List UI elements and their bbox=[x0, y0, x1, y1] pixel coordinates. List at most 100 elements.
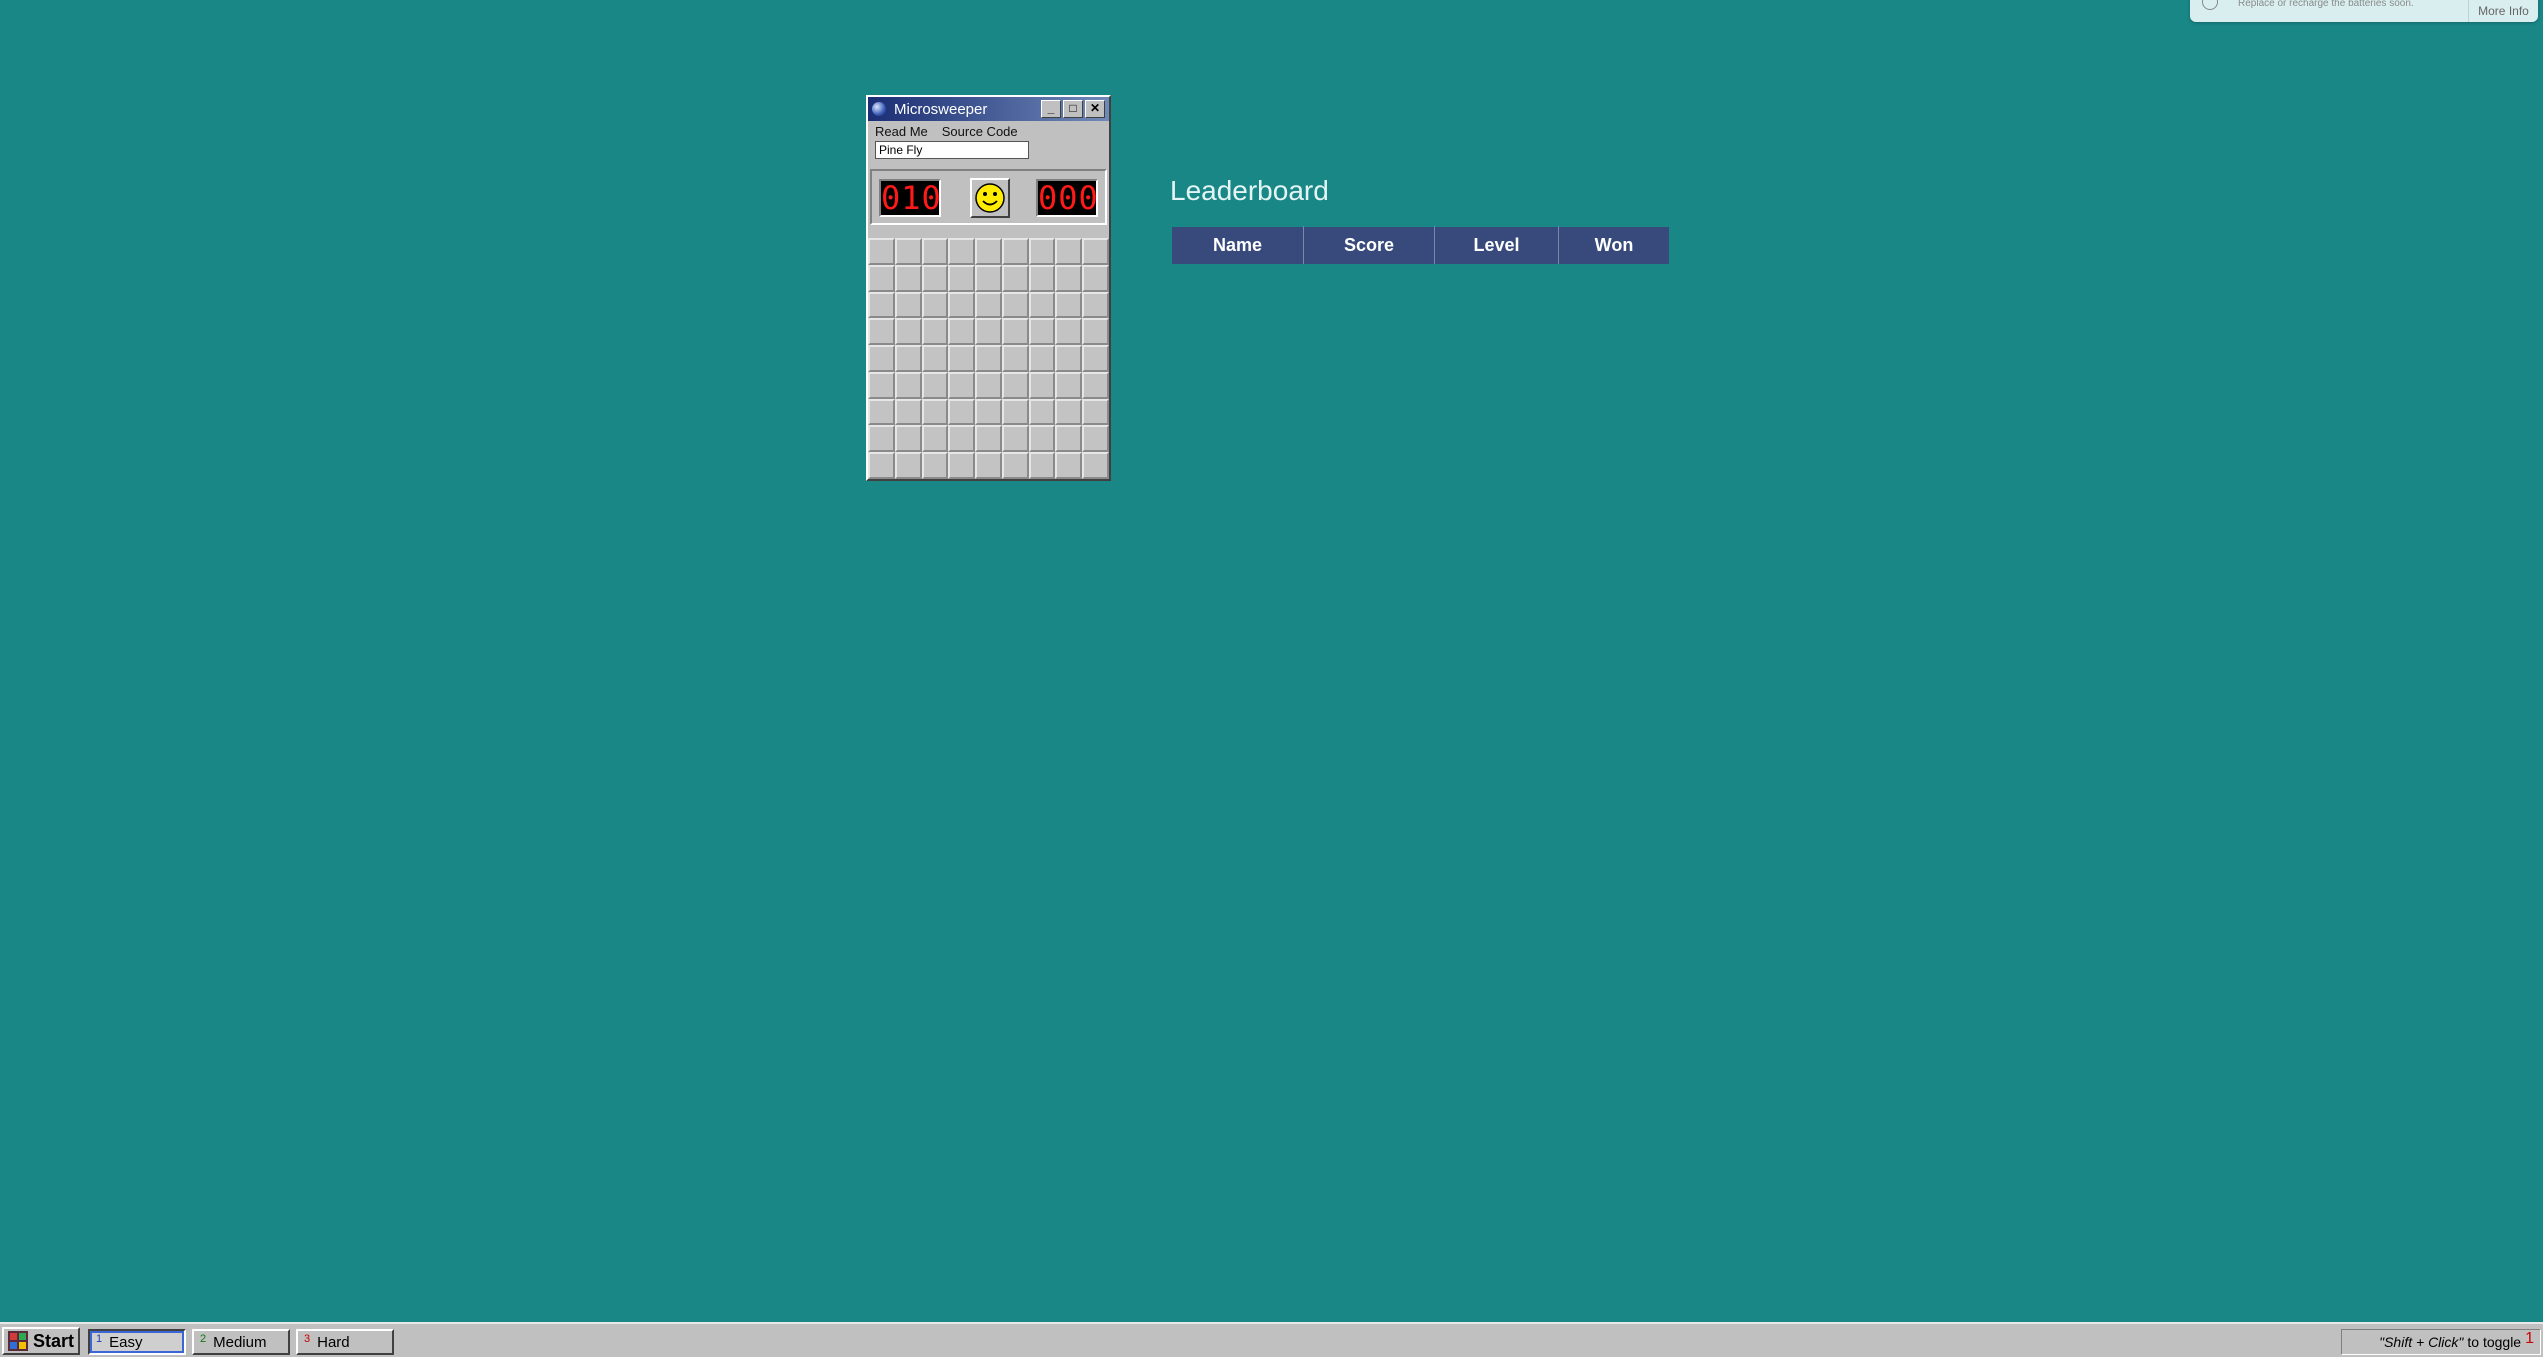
mine-cell[interactable] bbox=[975, 291, 1002, 319]
mine-cell[interactable] bbox=[1055, 452, 1083, 479]
mine-cell[interactable] bbox=[948, 318, 976, 346]
mine-cell[interactable] bbox=[868, 345, 895, 372]
mine-cell[interactable] bbox=[921, 345, 949, 372]
start-button[interactable]: Start bbox=[2, 1327, 80, 1355]
mine-cell[interactable] bbox=[921, 318, 949, 346]
mine-cell[interactable] bbox=[975, 345, 1002, 372]
close-button[interactable]: ✕ bbox=[1085, 100, 1105, 118]
mine-cell[interactable] bbox=[921, 371, 949, 399]
mine-cell[interactable] bbox=[868, 425, 895, 453]
mine-cell[interactable] bbox=[948, 238, 976, 265]
mine-cell[interactable] bbox=[1028, 264, 1056, 292]
mine-cell[interactable] bbox=[1082, 425, 1109, 453]
mine-cell[interactable] bbox=[1001, 264, 1029, 292]
mine-cell[interactable] bbox=[948, 398, 976, 426]
mine-cell[interactable] bbox=[1082, 238, 1109, 265]
mine-cell[interactable] bbox=[975, 238, 1002, 265]
maximize-button[interactable]: □ bbox=[1063, 100, 1083, 118]
mine-cell[interactable] bbox=[1055, 318, 1083, 346]
mine-cell[interactable] bbox=[921, 291, 949, 319]
mine-cell[interactable] bbox=[868, 398, 895, 426]
mine-cell[interactable] bbox=[1028, 318, 1056, 346]
mine-cell[interactable] bbox=[1055, 345, 1083, 372]
mine-cell[interactable] bbox=[868, 291, 895, 319]
mine-cell[interactable] bbox=[1028, 291, 1056, 319]
mine-cell[interactable] bbox=[894, 318, 922, 346]
mine-cell[interactable] bbox=[948, 264, 976, 292]
mine-cell[interactable] bbox=[1001, 452, 1029, 479]
mine-cell[interactable] bbox=[894, 291, 922, 319]
mine-cell[interactable] bbox=[1001, 371, 1029, 399]
more-info-button[interactable]: More Info bbox=[2468, 0, 2538, 22]
timer-display: 000 bbox=[1036, 179, 1099, 217]
task-button-easy[interactable]: 1 Easy bbox=[88, 1329, 186, 1355]
mine-cell[interactable] bbox=[1082, 398, 1109, 426]
mine-cell[interactable] bbox=[1082, 264, 1109, 292]
column-header-score: Score bbox=[1303, 226, 1435, 265]
player-name-input[interactable] bbox=[875, 141, 1029, 159]
mine-cell[interactable] bbox=[1001, 345, 1029, 372]
start-logo-icon bbox=[8, 1331, 28, 1351]
mine-cell[interactable] bbox=[975, 371, 1002, 399]
mine-cell[interactable] bbox=[868, 371, 895, 399]
menu-source-code[interactable]: Source Code bbox=[942, 124, 1018, 139]
mine-cell[interactable] bbox=[1028, 371, 1056, 399]
task-button-medium[interactable]: 2 Medium bbox=[192, 1329, 290, 1355]
mine-cell[interactable] bbox=[1082, 452, 1109, 479]
mine-cell[interactable] bbox=[921, 452, 949, 479]
mine-cell[interactable] bbox=[868, 264, 895, 292]
mine-cell[interactable] bbox=[1028, 345, 1056, 372]
mine-cell[interactable] bbox=[948, 452, 976, 479]
mine-cell[interactable] bbox=[948, 371, 976, 399]
mine-cell[interactable] bbox=[1028, 238, 1056, 265]
mine-cell[interactable] bbox=[1082, 318, 1109, 346]
mine-cell[interactable] bbox=[894, 398, 922, 426]
mine-cell[interactable] bbox=[975, 398, 1002, 426]
reset-button[interactable] bbox=[970, 178, 1010, 218]
mine-cell[interactable] bbox=[921, 425, 949, 453]
mine-cell[interactable] bbox=[975, 264, 1002, 292]
mine-cell[interactable] bbox=[921, 264, 949, 292]
mine-cell[interactable] bbox=[921, 398, 949, 426]
mine-cell[interactable] bbox=[948, 425, 976, 453]
mine-cell[interactable] bbox=[894, 425, 922, 453]
mine-cell[interactable] bbox=[1055, 425, 1083, 453]
mine-cell[interactable] bbox=[1001, 398, 1029, 426]
tray-indicator[interactable]: 1 bbox=[2525, 1330, 2534, 1348]
mine-cell[interactable] bbox=[1055, 371, 1083, 399]
mine-cell[interactable] bbox=[894, 264, 922, 292]
mine-cell[interactable] bbox=[1001, 425, 1029, 453]
mine-cell[interactable] bbox=[1028, 398, 1056, 426]
mine-cell[interactable] bbox=[1055, 264, 1083, 292]
mine-cell[interactable] bbox=[894, 452, 922, 479]
mine-cell[interactable] bbox=[1082, 345, 1109, 372]
mine-cell[interactable] bbox=[894, 238, 922, 265]
mine-cell[interactable] bbox=[1001, 291, 1029, 319]
mine-cell[interactable] bbox=[1055, 291, 1083, 319]
mine-cell[interactable] bbox=[975, 425, 1002, 453]
mine-cell[interactable] bbox=[948, 345, 976, 372]
mine-cell[interactable] bbox=[868, 318, 895, 346]
mine-cell[interactable] bbox=[1001, 238, 1029, 265]
mine-cell[interactable] bbox=[1001, 318, 1029, 346]
mine-cell[interactable] bbox=[868, 452, 895, 479]
mine-cell[interactable] bbox=[894, 371, 922, 399]
mine-cell[interactable] bbox=[894, 345, 922, 372]
status-panel: 010 000 bbox=[870, 169, 1107, 225]
mine-cell[interactable] bbox=[948, 291, 976, 319]
mine-cell[interactable] bbox=[1055, 398, 1083, 426]
title-bar[interactable]: Microsweeper _ □ ✕ bbox=[868, 97, 1109, 121]
mine-cell[interactable] bbox=[975, 452, 1002, 479]
mine-cell[interactable] bbox=[921, 238, 949, 265]
mine-cell[interactable] bbox=[1028, 425, 1056, 453]
task-button-hard[interactable]: 3 Hard bbox=[296, 1329, 394, 1355]
mine-cell[interactable] bbox=[1082, 291, 1109, 319]
minimize-button[interactable]: _ bbox=[1041, 100, 1061, 118]
mine-cell[interactable] bbox=[1082, 371, 1109, 399]
menu-read-me[interactable]: Read Me bbox=[875, 124, 928, 139]
mine-cell[interactable] bbox=[975, 318, 1002, 346]
mine-cell[interactable] bbox=[1055, 238, 1083, 265]
mine-cell[interactable] bbox=[1028, 452, 1056, 479]
task-num-hard: 3 bbox=[304, 1333, 311, 1345]
mine-cell[interactable] bbox=[868, 238, 895, 265]
